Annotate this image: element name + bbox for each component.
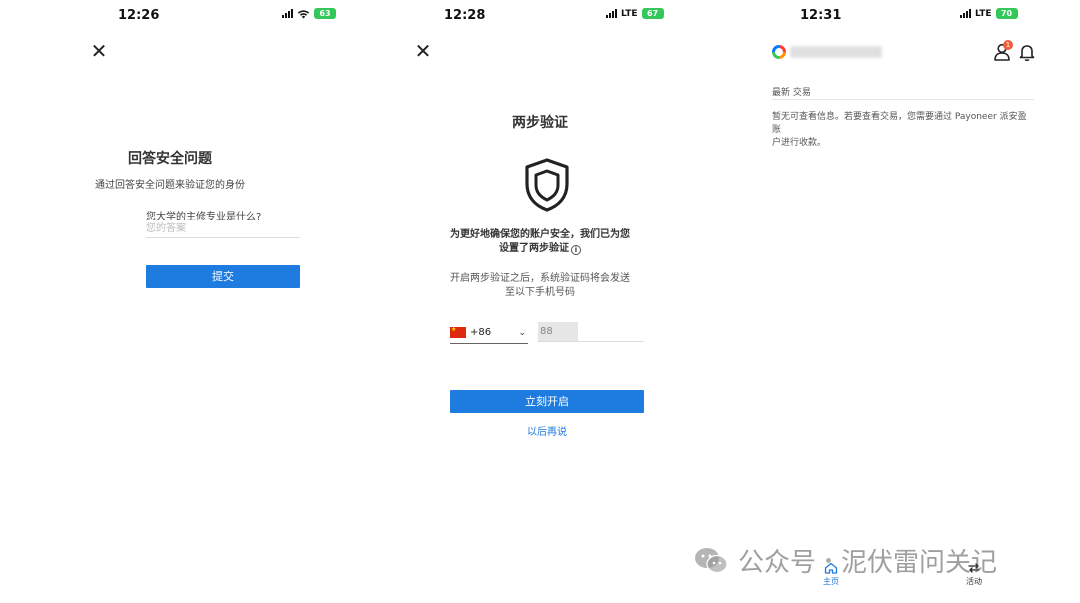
sms-notice: 开启两步验证之后，系统验证码将会发送 至以下手机号码: [360, 272, 720, 300]
security-message-line1: 为更好地确保您的账户安全，我们已为您: [450, 229, 630, 240]
bell-icon[interactable]: [1017, 42, 1037, 62]
no-transactions-line2: 户进行收款。: [772, 138, 827, 148]
watermark-author: 泥伏雷问关记: [841, 548, 998, 578]
no-transactions-line1: 暂无可查看信息。若要查看交易，您需要通过 Payoneer 派安盈账: [772, 112, 1027, 135]
enable-now-button[interactable]: 立刻开启: [450, 390, 644, 413]
status-bar: 12:31 LTE 70: [740, 8, 1080, 26]
battery-indicator: 63: [314, 8, 336, 19]
network-type: LTE: [975, 8, 992, 19]
close-icon[interactable]: ✕: [88, 40, 110, 62]
page-title: 两步验证: [512, 115, 568, 131]
security-message-text: 设置了两步验证: [499, 243, 569, 254]
later-link[interactable]: 以后再说: [527, 423, 567, 438]
watermark-separator: [826, 558, 832, 563]
account-name-blurred: [790, 46, 882, 58]
wechat-logo-icon: [695, 547, 728, 573]
phone-number-input[interactable]: [538, 322, 644, 342]
close-icon[interactable]: ✕: [412, 40, 434, 62]
recent-transactions-label: 最新 交易: [772, 88, 811, 98]
status-icons: LTE 67: [606, 8, 664, 19]
wifi-icon: [297, 9, 310, 18]
no-transactions-message: 暂无可查看信息。若要查看交易，您需要通过 Payoneer 派安盈账 户进行收款…: [772, 111, 1034, 150]
signal-icon: [960, 9, 971, 18]
chevron-down-icon: ⌄: [518, 327, 526, 338]
security-message-line2: 设置了两步验证 i: [360, 242, 720, 256]
wechat-watermark: 公众号 泥伏雷问关记: [694, 542, 997, 579]
battery-indicator: 67: [641, 8, 664, 19]
divider: [772, 99, 1034, 100]
payoneer-logo-icon: [772, 45, 786, 59]
page-subtitle: 通过回答安全问题来验证您的身份: [95, 180, 245, 191]
network-type: LTE: [621, 8, 638, 19]
notification-badge: 1: [1003, 40, 1013, 50]
watermark-label: 公众号: [738, 548, 817, 578]
security-question-screen: 12:26 63 ✕ 回答安全问题 通过回答安全问题来验证您的身份: [0, 0, 340, 603]
two-step-verification-screen: 12:28 LTE 67 ✕ 两步验证 为更好地确保您的账户安全，我们已为您 设…: [360, 0, 720, 603]
sms-notice-line2: 至以下手机号码: [505, 287, 575, 298]
shield-icon: [525, 158, 569, 212]
battery-indicator: 70: [995, 8, 1018, 19]
submit-button[interactable]: 提交: [146, 265, 300, 288]
sms-notice-line1: 开启两步验证之后，系统验证码将会发送: [450, 273, 630, 284]
status-icons: LTE 70: [960, 8, 1018, 19]
status-time: 12:31: [800, 8, 842, 23]
status-bar: 12:28 LTE 67: [360, 8, 720, 26]
status-icons: 63: [282, 8, 336, 19]
country-code-value: +86: [470, 327, 492, 338]
status-time: 12:28: [444, 8, 486, 23]
signal-icon: [606, 9, 617, 18]
page-title: 回答安全问题: [128, 151, 212, 167]
answer-input[interactable]: [146, 220, 300, 238]
info-icon[interactable]: i: [571, 245, 581, 255]
china-flag-icon: [450, 326, 466, 338]
country-code-select[interactable]: +86 ⌄: [450, 322, 528, 344]
security-message: 为更好地确保您的账户安全，我们已为您 设置了两步验证 i: [360, 228, 720, 256]
status-bar: 12:26 63: [0, 8, 340, 26]
signal-icon: [282, 9, 293, 18]
status-time: 12:26: [118, 8, 160, 23]
